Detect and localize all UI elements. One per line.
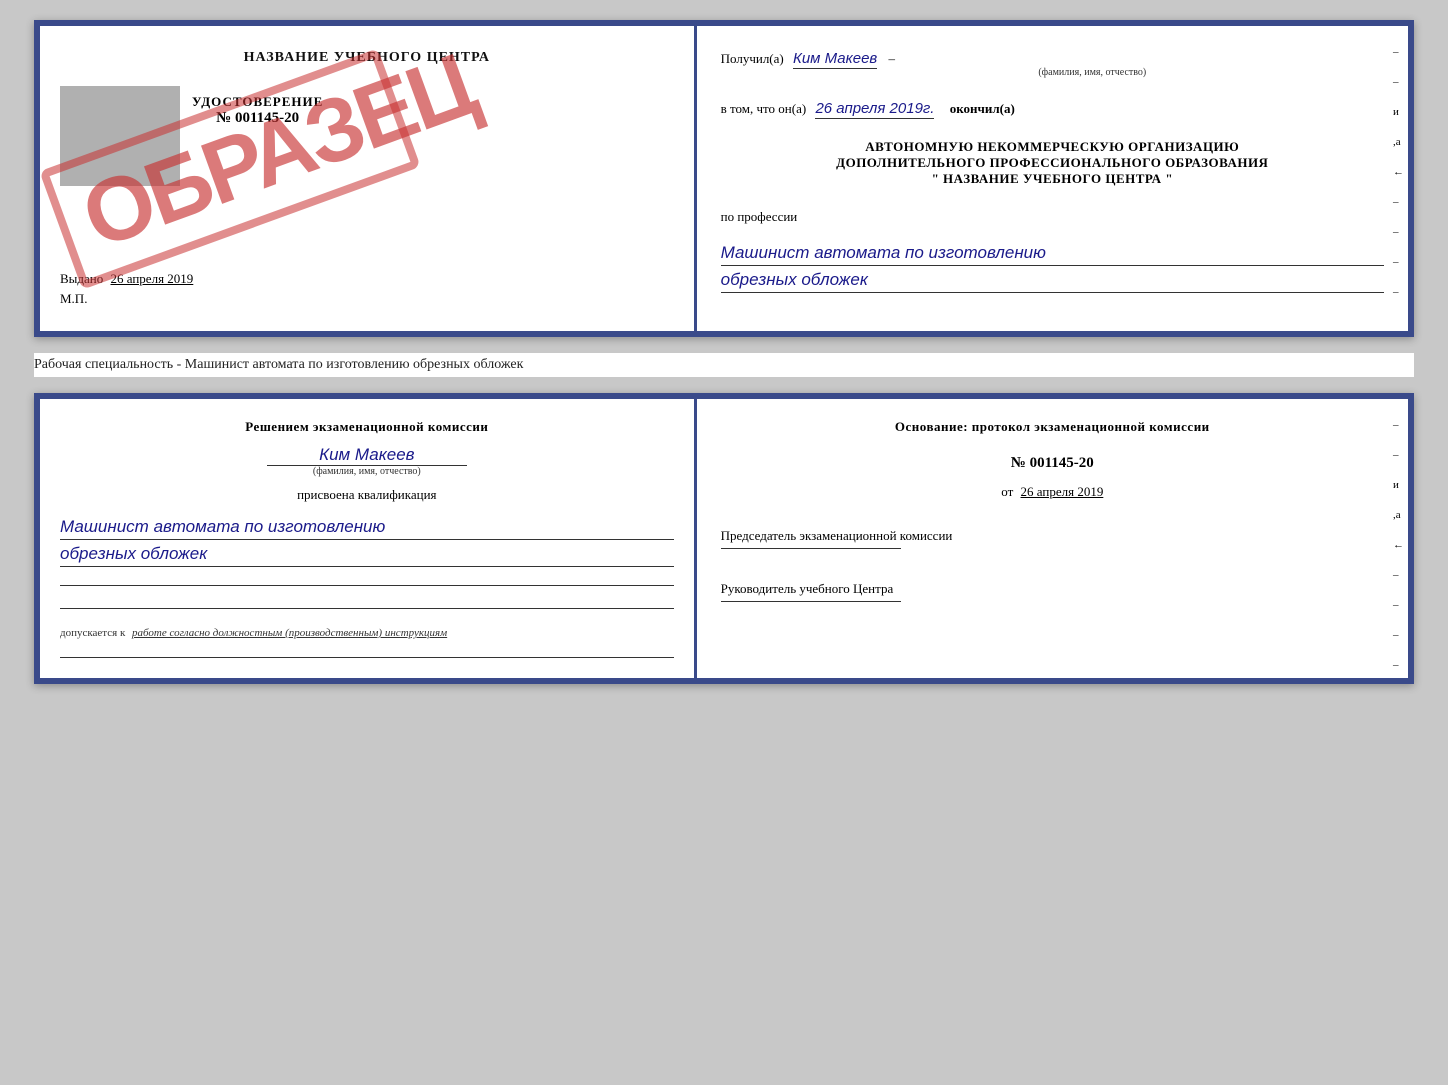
bottom-right-decoration: – – и ,а ← – – – – [1393, 419, 1404, 671]
bottom-person-name: Ким Макеев (фамилия, имя, отчество) [60, 445, 674, 477]
bottom-fio-label: (фамилия, имя, отчество) [60, 466, 674, 477]
vydano-line: Выдано 26 апреля 2019 [60, 271, 674, 287]
org-line2: ДОПОЛНИТЕЛЬНОГО ПРОФЕССИОНАЛЬНОГО ОБРАЗО… [721, 155, 1384, 171]
prisvoena-label: присвоена квалификация [60, 487, 674, 503]
right-decoration: – – и ,а ← – – – – [1393, 46, 1404, 298]
protocol-number: № 001145-20 [721, 455, 1384, 472]
photo-placeholder [60, 86, 180, 186]
osnovanie-label: Основание: протокол экзаменационной коми… [721, 419, 1384, 435]
vtom-suffix: окончил(а) [950, 101, 1015, 116]
org-block: АВТОНОМНУЮ НЕКОММЕРЧЕСКУЮ ОРГАНИЗАЦИЮ ДО… [721, 139, 1384, 187]
vydano-prefix: Выдано [60, 271, 103, 286]
qual-line1: Машинист автомата по изготовлению [60, 517, 674, 540]
rukovoditel-block: Руководитель учебного Центра [721, 581, 1384, 602]
predsedatel-sig-line [721, 548, 901, 549]
vtom-row: в том, что он(а) 26 апреля 2019г. окончи… [721, 100, 1384, 117]
org-line1: АВТОНОМНУЮ НЕКОММЕРЧЕСКУЮ ОРГАНИЗАЦИЮ [721, 139, 1384, 155]
vtom-prefix: в том, что он(а) [721, 101, 807, 116]
bottom-doc-right: Основание: протокол экзаменационной коми… [697, 399, 1408, 678]
dopusk-prefix: допускается к [60, 627, 125, 639]
rukovoditel-sig-line [721, 601, 901, 602]
qual-line2: обрезных обложек [60, 544, 674, 567]
poluchil-row: Получил(а) Ким Макеев – (фамилия, имя, о… [721, 50, 1384, 78]
ot-date: 26 апреля 2019 [1021, 484, 1104, 499]
mp-label: М.П. [60, 291, 674, 307]
profession-block: Машинист автомата по изготовлению обрезн… [721, 239, 1384, 293]
bottom-number: № 001145-20 [721, 455, 1384, 472]
rukovoditel-label: Руководитель учебного Центра [721, 581, 1384, 597]
ot-prefix: от [1001, 484, 1013, 499]
po-professii-label: по профессии [721, 209, 1384, 225]
poluchil-name: Ким Макеев [793, 50, 877, 69]
vtom-date: 26 апреля 2019г. [815, 100, 934, 119]
top-doc-title: НАЗВАНИЕ УЧЕБНОГО ЦЕНТРА [60, 50, 674, 66]
org-line3: " НАЗВАНИЕ УЧЕБНОГО ЦЕНТРА " [721, 171, 1384, 187]
bottom-name: Ким Макеев [60, 445, 674, 465]
bottom-document: Решением экзаменационной комиссии Ким Ма… [34, 393, 1414, 684]
dopusk-block: допускается к работе согласно должностны… [60, 627, 674, 639]
qualification-block: Машинист автомата по изготовлению обрезн… [60, 513, 674, 567]
separator-text: Рабочая специальность - Машинист автомат… [34, 353, 1414, 377]
fio-label-top: (фамилия, имя, отчество) [801, 67, 1384, 78]
resheniem-prefix: Решением экзаменационной комиссии [60, 419, 674, 435]
top-doc-left: НАЗВАНИЕ УЧЕБНОГО ЦЕНТРА УДОСТОВЕРЕНИЕ №… [40, 26, 697, 331]
dopusk-text: работе согласно должностным (производств… [132, 627, 447, 639]
bottom-doc-left: Решением экзаменационной комиссии Ким Ма… [40, 399, 697, 678]
predsedatel-label: Председатель экзаменационной комиссии [721, 528, 1384, 544]
profession-line1: Машинист автомата по изготовлению [721, 243, 1384, 266]
udost-block: УДОСТОВЕРЕНИЕ № 001145-20 [192, 94, 323, 127]
profession-line2: обрезных обложек [721, 270, 1384, 293]
top-document: НАЗВАНИЕ УЧЕБНОГО ЦЕНТРА УДОСТОВЕРЕНИЕ №… [34, 20, 1414, 337]
vydano-date: 26 апреля 2019 [111, 271, 194, 286]
predsedatel-block: Председатель экзаменационной комиссии [721, 528, 1384, 549]
udost-number: № 001145-20 [192, 110, 323, 127]
poluchil-prefix: Получил(а) [721, 51, 784, 66]
ot-row: от 26 апреля 2019 [721, 484, 1384, 500]
udost-label: УДОСТОВЕРЕНИЕ [192, 94, 323, 110]
top-doc-right: Получил(а) Ким Макеев – (фамилия, имя, о… [697, 26, 1408, 331]
